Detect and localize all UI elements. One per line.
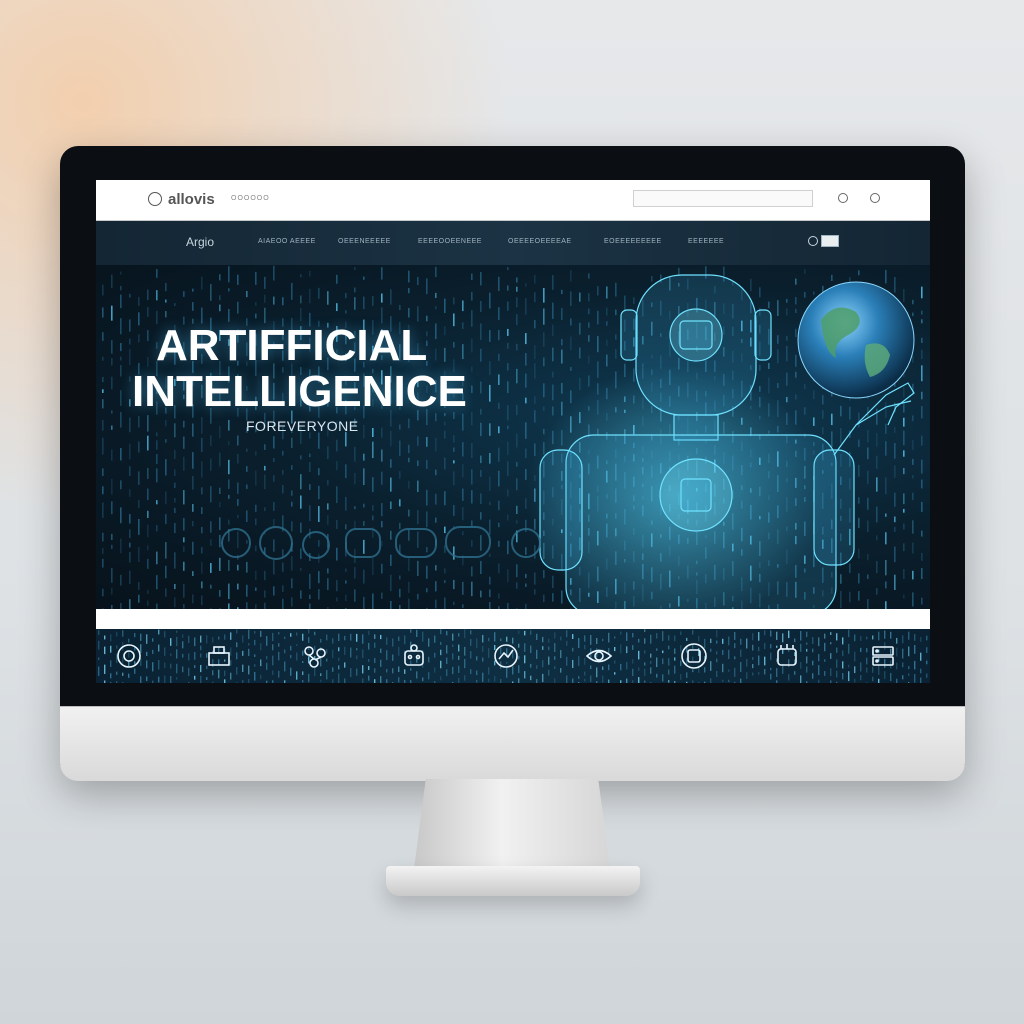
server-icon[interactable] [868, 641, 898, 671]
hero-faint-icons [221, 526, 541, 560]
search-input[interactable] [633, 190, 813, 207]
browser-top-bar: allovis OOOOOO [96, 180, 930, 221]
content-divider-bar [96, 609, 930, 629]
nav-link[interactable]: OEEENEEEEE [338, 238, 391, 245]
network-icon[interactable] [300, 641, 330, 671]
robot-hand-icon[interactable] [772, 641, 802, 671]
nav-brand[interactable]: Argio [186, 235, 214, 249]
hero-artwork [102, 265, 923, 609]
nav-link[interactable]: EOEEEEEEEEE [604, 238, 662, 245]
logo-icon [148, 192, 162, 206]
globe-illustration [797, 281, 915, 399]
hero-title-line2: INTELLIGENICE [132, 367, 467, 416]
circle-control-icon[interactable] [838, 193, 848, 203]
site-logo-text[interactable]: allovis [168, 191, 215, 208]
feature-icons-bar [96, 629, 930, 683]
monitor-stand-base [386, 866, 640, 896]
hero-title: ARTIFFICIAL INTELLIGENICE [132, 323, 467, 415]
hero-title-line1: ARTIFFICIAL [156, 321, 428, 370]
nav-link[interactable]: EEEEOOEENEEE [418, 238, 482, 245]
eye-icon[interactable] [584, 641, 614, 671]
hero-subtitle: FOREVERYONE [246, 418, 359, 434]
monitor-stand-neck [414, 779, 610, 869]
site-logo-subtext: OOOOOO [231, 195, 270, 202]
language-flag-icon[interactable] [821, 235, 839, 247]
hero-banner: ARTIFFICIAL INTELLIGENICE FOREVERYONE [96, 265, 930, 609]
circle-control-icon[interactable] [870, 193, 880, 203]
user-icon[interactable] [808, 236, 818, 246]
graph-icon[interactable] [491, 641, 521, 671]
ai-chip-icon[interactable] [679, 641, 709, 671]
monitor-chin [60, 706, 965, 781]
robot-icon[interactable] [399, 641, 429, 671]
nav-link[interactable]: AIAEOO AEEEE [258, 238, 316, 245]
lab-icon[interactable] [204, 641, 234, 671]
brain-icon[interactable] [114, 641, 144, 671]
nav-link[interactable]: OEEEEOEEEEAE [508, 238, 572, 245]
nav-link[interactable]: EEEEEEE [688, 238, 724, 245]
site-navbar: Argio AIAEOO AEEEE OEEENEEEEE EEEEOOEENE… [96, 221, 930, 265]
browser-screen: allovis OOOOOO Argio AIAEOO AEEEE OEEENE… [96, 180, 930, 683]
